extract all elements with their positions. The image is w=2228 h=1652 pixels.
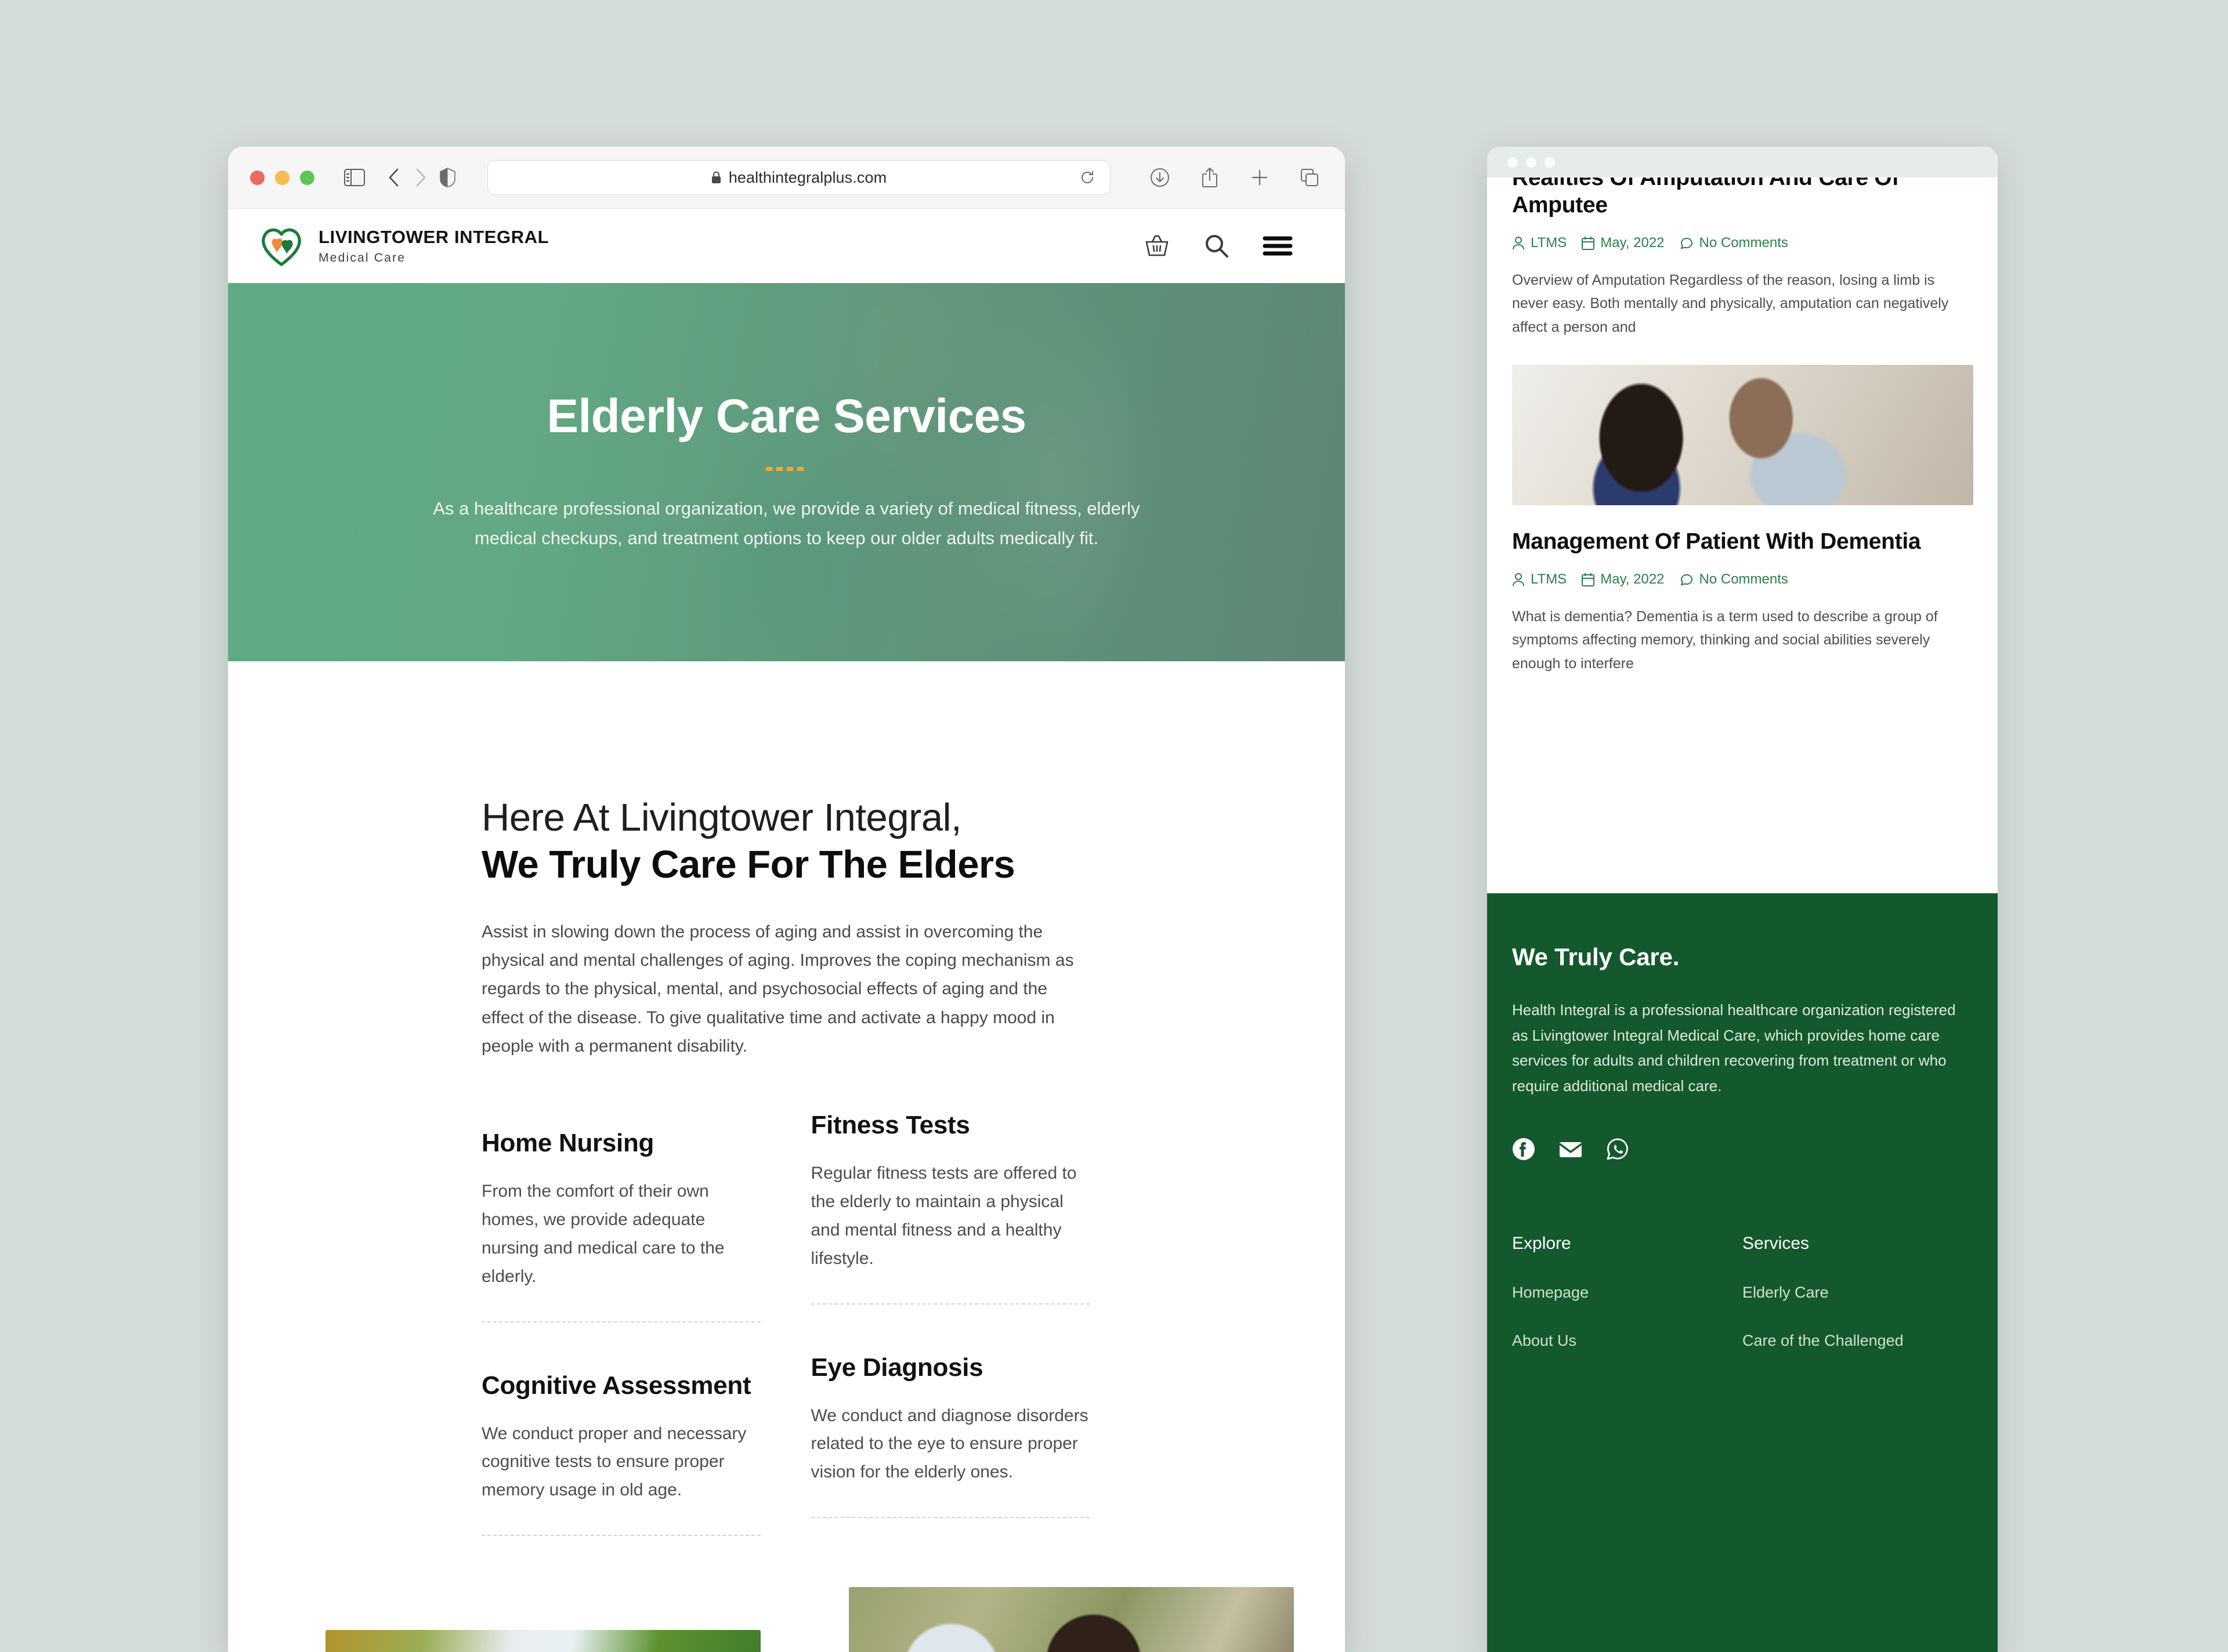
service-card[interactable]: Cognitive Assessment We conduct proper a… <box>482 1371 761 1537</box>
hero-subtitle: As a healthcare professional organizatio… <box>433 498 1140 548</box>
secondary-window: Realities Of Amputation And Care Of Ampu… <box>1487 147 1998 1652</box>
footer-title: We Truly Care. <box>1512 943 1680 970</box>
plus-icon[interactable] <box>1246 164 1273 191</box>
calendar-icon <box>1582 573 1595 586</box>
brand-tagline: Medical Care <box>319 251 406 265</box>
header-actions <box>1143 232 1317 260</box>
gallery-photos <box>228 1577 1345 1652</box>
downloads-icon[interactable] <box>1146 164 1173 191</box>
brand-name: LIVINGTOWER INTEGRAL <box>319 227 549 247</box>
service-card[interactable]: Eye Diagnosis We conduct and diagnose di… <box>811 1353 1090 1519</box>
footer-description: Health Integral is a professional health… <box>1512 1001 1956 1095</box>
service-title: Home Nursing <box>482 1129 654 1158</box>
footer-social-links <box>1512 1137 1973 1161</box>
footer-column-heading: Services <box>1742 1233 1810 1253</box>
services-column-left: Home Nursing From the comfort of their o… <box>482 1129 761 1537</box>
minimize-button[interactable] <box>1526 157 1536 168</box>
site-header: LIVINGTOWER INTEGRAL Medical Care <box>228 209 1345 283</box>
blog-post-excerpt: Overview of Amputation Regardless of the… <box>1512 271 1949 335</box>
sidebar-icon[interactable] <box>341 164 368 191</box>
footer-link[interactable]: About Us <box>1512 1332 1742 1350</box>
about-paragraph: Assist in slowing down the process of ag… <box>482 922 1074 1056</box>
minimize-button[interactable] <box>275 170 290 185</box>
gallery-photo <box>849 1587 1294 1652</box>
about-heading-bold: We Truly Care For The Elders <box>482 843 1015 887</box>
footer-link[interactable]: Care of the Challenged <box>1742 1332 1973 1350</box>
url-text: healthintegralplus.com <box>728 168 887 186</box>
service-title: Cognitive Assessment <box>482 1371 751 1400</box>
meta-date[interactable]: May, 2022 <box>1582 571 1665 588</box>
comment-icon <box>1680 574 1692 586</box>
close-button[interactable] <box>250 170 265 185</box>
hamburger-menu-icon[interactable] <box>1263 234 1293 258</box>
hero-banner: Elderly Care Services As a healthcare pr… <box>228 283 1345 661</box>
footer-column-explore: Explore Homepage About Us <box>1512 1234 1742 1350</box>
forward-arrow-icon[interactable] <box>407 164 434 191</box>
blog-post-title: Management Of Patient With Dementia <box>1512 529 1921 555</box>
service-description: From the comfort of their own homes, we … <box>482 1182 725 1286</box>
share-icon[interactable] <box>1196 164 1223 191</box>
privacy-shield-icon[interactable] <box>434 164 461 191</box>
user-icon <box>1513 573 1524 586</box>
close-button[interactable] <box>1507 157 1518 168</box>
service-title: Fitness Tests <box>811 1111 970 1140</box>
brand-logo[interactable]: LIVINGTOWER INTEGRAL Medical Care <box>257 222 549 270</box>
cart-icon[interactable] <box>1143 232 1171 260</box>
service-title: Eye Diagnosis <box>811 1353 983 1382</box>
about-section: Here At Livingtower Integral, We Truly C… <box>228 661 1345 1060</box>
footer-link[interactable]: Homepage <box>1512 1284 1742 1302</box>
service-description: We conduct proper and necessary cognitiv… <box>482 1423 747 1500</box>
calendar-icon <box>1582 236 1595 250</box>
blog-post[interactable]: Management Of Patient With Dementia LTMS… <box>1512 365 1973 675</box>
blog-post-meta: LTMS May, 2022 No Comments <box>1512 235 1973 251</box>
service-description: We conduct and diagnose disorders relate… <box>811 1405 1088 1482</box>
maximize-button[interactable] <box>1545 157 1555 168</box>
whatsapp-icon[interactable] <box>1606 1137 1629 1161</box>
service-card[interactable]: Home Nursing From the comfort of their o… <box>482 1129 761 1323</box>
service-description: Regular fitness tests are offered to the… <box>811 1164 1077 1268</box>
heart-logo-icon <box>257 222 306 270</box>
secondary-window-titlebar <box>1487 147 1998 177</box>
back-arrow-icon[interactable] <box>381 164 407 191</box>
meta-comments[interactable]: No Comments <box>1680 571 1788 588</box>
site-footer: We Truly Care. Health Integral is a prof… <box>1487 893 1998 1652</box>
address-bar[interactable]: healthintegralplus.com <box>487 160 1111 195</box>
blog-post-image <box>1512 365 1973 506</box>
tab-overview-icon[interactable] <box>1296 164 1323 191</box>
blog-post-excerpt: What is dementia? Dementia is a term use… <box>1512 608 1938 672</box>
services-grid: Home Nursing From the comfort of their o… <box>482 1111 1090 1537</box>
about-heading-light: Here At Livingtower Integral, <box>482 796 962 839</box>
service-card[interactable]: Fitness Tests Regular fitness tests are … <box>811 1111 1090 1305</box>
blog-list: Realities Of Amputation And Care Of Ampu… <box>1487 177 1998 893</box>
browser-toolbar: healthintegralplus.com <box>228 147 1345 209</box>
blog-post-meta: LTMS May, 2022 No Comments <box>1512 571 1973 588</box>
facebook-icon[interactable] <box>1512 1137 1535 1161</box>
meta-comments[interactable]: No Comments <box>1680 235 1788 251</box>
maximize-button[interactable] <box>300 170 314 185</box>
page-title: Elderly Care Services <box>547 390 1026 443</box>
comment-icon <box>1680 237 1692 249</box>
meta-author[interactable]: LTMS <box>1512 235 1567 251</box>
toolbar-actions <box>1146 164 1323 191</box>
user-icon <box>1513 236 1524 249</box>
lock-icon <box>711 171 721 184</box>
hero-divider <box>765 467 808 472</box>
footer-link-columns: Explore Homepage About Us Services Elder… <box>1512 1234 1973 1350</box>
browser-window: healthintegralplus.com LIVINGTOWER INTEG… <box>228 147 1345 1652</box>
gallery-photo <box>325 1630 761 1652</box>
meta-date[interactable]: May, 2022 <box>1582 235 1665 251</box>
reload-icon[interactable] <box>1080 170 1095 185</box>
services-column-right: Fitness Tests Regular fitness tests are … <box>811 1111 1090 1536</box>
email-icon[interactable] <box>1558 1137 1583 1161</box>
meta-author[interactable]: LTMS <box>1512 571 1567 588</box>
window-controls[interactable] <box>250 170 314 185</box>
footer-column-services: Services Elderly Care Care of the Challe… <box>1742 1234 1973 1350</box>
footer-link[interactable]: Elderly Care <box>1742 1284 1973 1302</box>
footer-column-heading: Explore <box>1512 1233 1571 1253</box>
search-icon[interactable] <box>1203 233 1230 259</box>
blog-post[interactable]: Realities Of Amputation And Care Of Ampu… <box>1512 177 1973 339</box>
screenshot-stage: healthintegralplus.com LIVINGTOWER INTEG… <box>0 0 2228 1652</box>
blog-post-title: Realities Of Amputation And Care Of Ampu… <box>1512 177 1900 218</box>
